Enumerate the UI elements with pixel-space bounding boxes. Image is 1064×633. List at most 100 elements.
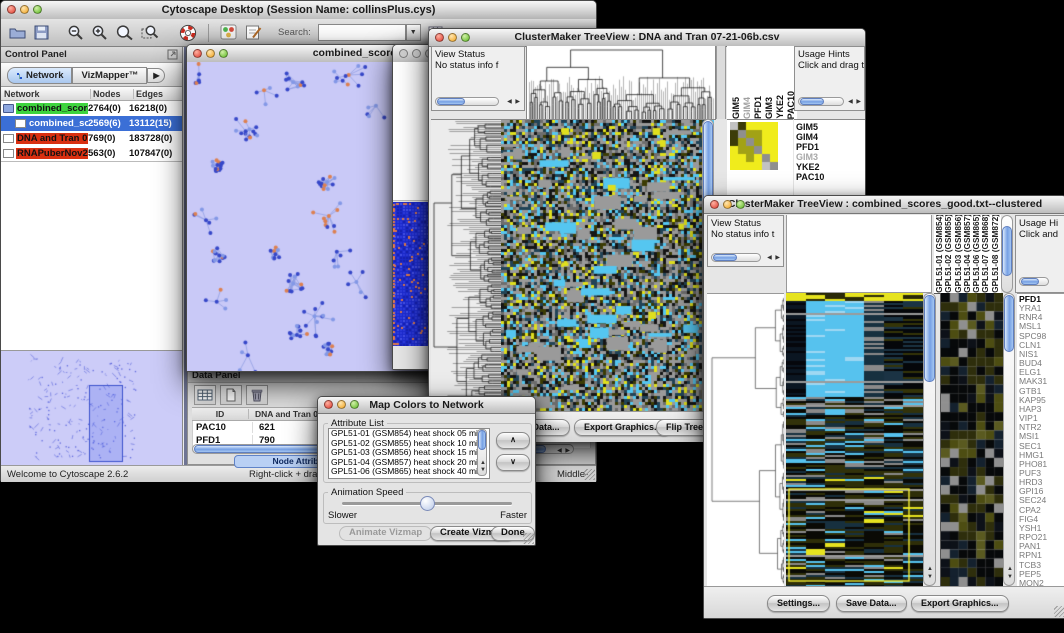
dialog-title-bar[interactable]: Map Colors to Network [318,397,535,414]
network-overview-panel[interactable] [1,350,182,465]
annotation-icon[interactable] [245,24,262,41]
scroll-arrows[interactable]: ▲▼ [1007,566,1013,582]
tv2-detail-vscrollbar[interactable]: ▲▼ [1003,293,1015,586]
zoom-selected-icon[interactable] [141,24,159,41]
close-button[interactable] [324,400,333,409]
tv2-heatmap-vscrollbar[interactable]: ▲▼ [923,293,936,586]
tv1-summary-heatmap[interactable] [730,122,778,170]
row-label[interactable]: YKE2 [796,162,865,172]
scroll-arrows[interactable]: ▲▼ [480,460,486,474]
tv2-heatmap[interactable] [786,293,923,586]
open-file-icon[interactable] [9,25,27,41]
attribute-list-item[interactable]: GPL51-07 (GSM868) heat shock 60 min [329,477,489,480]
row-label[interactable]: GIM5 [796,122,865,132]
row-label[interactable]: PFD1 [796,142,865,152]
column-label[interactable]: YKE2 [775,95,786,119]
zoom-button[interactable] [33,5,42,14]
window-controls[interactable] [324,400,359,409]
matrix-view-canvas[interactable] [393,202,429,346]
network-row[interactable]: combined_scores_ 2764(0) 16218(0) [1,101,182,116]
control-panel-tab[interactable]: ▶ [147,68,165,83]
scroll-thumb[interactable] [924,295,935,382]
float-panel-icon[interactable] [167,49,178,60]
scroll-thumb[interactable] [437,98,465,105]
network-row[interactable]: RNAPuberNov2+! 563(0) 107847(0) [1,146,182,161]
treeview-button[interactable]: Export Graphics... [911,595,1009,612]
control-panel-tab[interactable]: VizMapper™ [72,67,147,84]
tv1-heatmap[interactable] [501,119,714,412]
resize-grip[interactable] [1054,606,1064,617]
node-grid-icon[interactable] [220,24,238,41]
save-icon[interactable] [34,25,49,40]
zoom-in-icon[interactable] [91,24,108,41]
zoom-out-icon[interactable] [67,24,84,41]
row-label[interactable]: GIM4 [796,132,865,142]
scroll-thumb[interactable] [713,254,737,261]
zoom-button[interactable] [350,400,359,409]
scroll-thumb[interactable] [1002,226,1012,276]
tv2-detail-heatmap[interactable] [940,293,1003,586]
new-attribute-icon[interactable] [220,385,242,405]
attribute-list-scrollbar[interactable]: ▲▼ [477,429,487,476]
col-edges[interactable]: Edges [134,89,182,99]
attribute-list[interactable]: GPL51-01 (GSM854) heat shock 05 minGPL51… [328,428,490,479]
search-input[interactable] [318,24,406,41]
column-label[interactable]: GIM5 [731,97,742,119]
tv1-row-dendrogram[interactable] [431,119,501,412]
zoom-button[interactable] [219,49,228,58]
treeview2-title-bar[interactable]: ClusterMaker TreeView : combined_scores_… [704,196,1064,214]
column-label[interactable]: GPL51-02 (GSM855) [944,215,953,293]
scroll-thumb[interactable] [478,430,486,450]
scroll-thumb[interactable] [1021,278,1039,285]
window-controls[interactable] [7,5,42,14]
close-button[interactable] [399,49,408,58]
resize-grip[interactable] [584,469,595,480]
scroll-arrows[interactable]: ◀ ▶ [557,447,571,454]
row-label[interactable]: GIM3 [796,152,865,162]
column-label[interactable]: GIM3 [764,97,775,119]
scroll-arrows[interactable]: ◀ ▶ [507,98,521,105]
scroll-thumb[interactable] [800,98,824,105]
column-label[interactable]: GPL51-08 (GSM872) [991,215,1000,293]
minimize-button[interactable] [412,49,421,58]
tv2-hints-scrollbar[interactable] [1019,277,1049,286]
network-row[interactable]: DNA and Tran 07 769(0) 183728(0) [1,131,182,146]
tv2-row-dendrogram[interactable] [707,293,784,587]
window-controls[interactable] [193,49,228,58]
col-nodes[interactable]: Nodes [91,89,134,99]
scroll-arrows[interactable]: ▲▼ [927,566,933,582]
move-up-button[interactable]: ∧ [496,432,530,449]
network-row[interactable]: combined_sco 2569(6) 13112(15) [1,116,182,131]
tv1-hints-scrollbar[interactable] [798,97,844,106]
minimize-button[interactable] [20,5,29,14]
col-network[interactable]: Network [1,89,91,99]
row-label[interactable]: PAC10 [796,172,865,182]
zoom-fit-icon[interactable] [115,24,134,41]
help-lifering-icon[interactable] [179,24,197,42]
window-controls[interactable] [710,200,745,209]
resize-grip[interactable] [523,533,534,544]
dialog-button[interactable]: Animate Vizmap [339,526,432,541]
attribute-select-icon[interactable] [194,385,216,405]
tv1-column-dendrogram[interactable] [526,46,716,120]
tv2-column-tree-area[interactable] [786,215,932,293]
close-button[interactable] [7,5,16,14]
speed-slider-thumb[interactable] [420,496,435,511]
control-panel-tab[interactable]: Network [7,67,72,84]
column-label[interactable]: GIM4 [742,97,753,119]
treeview1-title-bar[interactable]: ClusterMaker TreeView : DNA and Tran 07-… [429,29,865,47]
close-button[interactable] [435,33,444,42]
column-label[interactable]: PFD1 [753,96,764,119]
main-title-bar[interactable]: Cytoscape Desktop (Session Name: collins… [1,1,596,20]
close-button[interactable] [193,49,202,58]
zoom-button[interactable] [461,33,470,42]
scroll-arrows[interactable]: ◀ ▶ [767,254,781,261]
minimize-button[interactable] [448,33,457,42]
move-down-button[interactable]: ∨ [496,454,530,471]
tv1-status-scrollbar[interactable] [435,97,499,106]
data-col-id[interactable]: ID [192,409,249,419]
window-controls[interactable] [435,33,470,42]
delete-attribute-icon[interactable] [246,385,268,405]
tv2-status-scrollbar[interactable] [711,253,761,262]
close-button[interactable] [710,200,719,209]
